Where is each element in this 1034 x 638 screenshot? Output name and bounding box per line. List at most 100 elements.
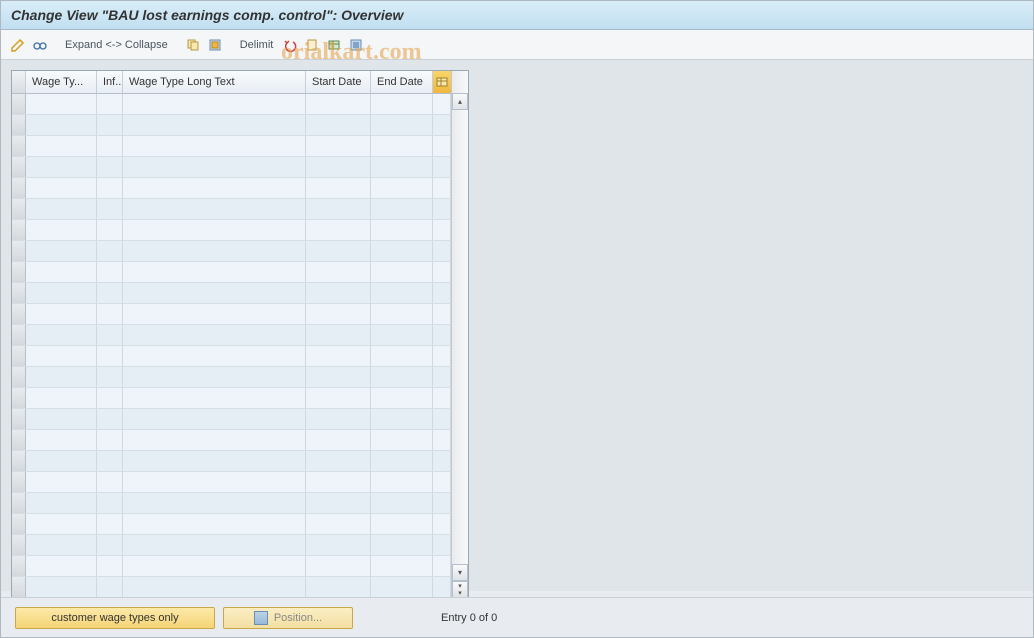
table-config-icon[interactable]: [433, 71, 451, 93]
position-button[interactable]: Position...: [223, 607, 353, 629]
cell-start-date[interactable]: [306, 283, 371, 303]
cell-end-date[interactable]: [371, 388, 433, 408]
cell-inf[interactable]: [97, 136, 123, 156]
table-row[interactable]: [12, 556, 451, 577]
cell-long-text[interactable]: [123, 157, 306, 177]
row-selector[interactable]: [12, 556, 26, 576]
row-selector[interactable]: [12, 241, 26, 261]
cell-wage-type[interactable]: [26, 472, 97, 492]
cell-long-text[interactable]: [123, 388, 306, 408]
cell-end-date[interactable]: [371, 283, 433, 303]
cell-inf[interactable]: [97, 514, 123, 534]
customer-wage-types-button[interactable]: customer wage types only: [15, 607, 215, 629]
row-selector[interactable]: [12, 304, 26, 324]
cell-wage-type[interactable]: [26, 115, 97, 135]
cell-end-date[interactable]: [371, 178, 433, 198]
cell-end-date[interactable]: [371, 220, 433, 240]
col-start-date[interactable]: Start Date: [306, 71, 371, 93]
cell-wage-type[interactable]: [26, 577, 97, 597]
cell-wage-type[interactable]: [26, 514, 97, 534]
cell-long-text[interactable]: [123, 136, 306, 156]
cell-inf[interactable]: [97, 178, 123, 198]
detail-icon[interactable]: [347, 36, 365, 54]
cell-end-date[interactable]: [371, 199, 433, 219]
table-row[interactable]: [12, 535, 451, 556]
row-selector[interactable]: [12, 409, 26, 429]
row-selector[interactable]: [12, 115, 26, 135]
cell-long-text[interactable]: [123, 283, 306, 303]
row-selector[interactable]: [12, 430, 26, 450]
table-row[interactable]: [12, 577, 451, 598]
cell-start-date[interactable]: [306, 535, 371, 555]
scroll-down-icon[interactable]: ▾: [452, 564, 468, 581]
cell-long-text[interactable]: [123, 409, 306, 429]
cell-wage-type[interactable]: [26, 409, 97, 429]
cell-start-date[interactable]: [306, 493, 371, 513]
cell-long-text[interactable]: [123, 304, 306, 324]
cell-wage-type[interactable]: [26, 346, 97, 366]
cell-long-text[interactable]: [123, 262, 306, 282]
cell-start-date[interactable]: [306, 514, 371, 534]
cell-start-date[interactable]: [306, 199, 371, 219]
table-row[interactable]: [12, 136, 451, 157]
row-selector[interactable]: [12, 157, 26, 177]
cell-start-date[interactable]: [306, 451, 371, 471]
cell-wage-type[interactable]: [26, 535, 97, 555]
cell-end-date[interactable]: [371, 472, 433, 492]
table-row[interactable]: [12, 409, 451, 430]
cell-start-date[interactable]: [306, 136, 371, 156]
cell-end-date[interactable]: [371, 430, 433, 450]
doc-icon[interactable]: [303, 36, 321, 54]
table-icon[interactable]: [325, 36, 343, 54]
row-selector[interactable]: [12, 577, 26, 597]
table-row[interactable]: [12, 325, 451, 346]
cell-wage-type[interactable]: [26, 493, 97, 513]
cell-wage-type[interactable]: [26, 325, 97, 345]
cell-long-text[interactable]: [123, 115, 306, 135]
row-selector[interactable]: [12, 136, 26, 156]
cell-end-date[interactable]: [371, 241, 433, 261]
cell-end-date[interactable]: [371, 577, 433, 597]
change-icon[interactable]: [9, 36, 27, 54]
cell-start-date[interactable]: [306, 157, 371, 177]
cell-end-date[interactable]: [371, 556, 433, 576]
cell-inf[interactable]: [97, 262, 123, 282]
row-selector[interactable]: [12, 262, 26, 282]
cell-long-text[interactable]: [123, 220, 306, 240]
cell-long-text[interactable]: [123, 346, 306, 366]
cell-inf[interactable]: [97, 115, 123, 135]
table-row[interactable]: [12, 367, 451, 388]
cell-inf[interactable]: [97, 430, 123, 450]
cell-long-text[interactable]: [123, 535, 306, 555]
cell-inf[interactable]: [97, 577, 123, 597]
row-selector[interactable]: [12, 178, 26, 198]
cell-long-text[interactable]: [123, 493, 306, 513]
cell-wage-type[interactable]: [26, 430, 97, 450]
table-row[interactable]: [12, 451, 451, 472]
cell-inf[interactable]: [97, 199, 123, 219]
cell-end-date[interactable]: [371, 514, 433, 534]
undo-icon[interactable]: [281, 36, 299, 54]
glasses-icon[interactable]: [31, 36, 49, 54]
delimit-button[interactable]: Delimit: [240, 39, 274, 51]
table-row[interactable]: [12, 94, 451, 115]
cell-wage-type[interactable]: [26, 304, 97, 324]
cell-end-date[interactable]: [371, 157, 433, 177]
cell-inf[interactable]: [97, 325, 123, 345]
cell-inf[interactable]: [97, 556, 123, 576]
cell-start-date[interactable]: [306, 472, 371, 492]
vertical-scrollbar[interactable]: ▴ ▾ ▾▾: [451, 71, 468, 598]
cell-inf[interactable]: [97, 472, 123, 492]
col-wage-type[interactable]: Wage Ty...: [26, 71, 97, 93]
cell-start-date[interactable]: [306, 325, 371, 345]
cell-long-text[interactable]: [123, 325, 306, 345]
row-selector[interactable]: [12, 325, 26, 345]
cell-long-text[interactable]: [123, 178, 306, 198]
table-row[interactable]: [12, 388, 451, 409]
table-row[interactable]: [12, 346, 451, 367]
table-row[interactable]: [12, 283, 451, 304]
table-row[interactable]: [12, 115, 451, 136]
cell-start-date[interactable]: [306, 220, 371, 240]
cell-start-date[interactable]: [306, 241, 371, 261]
cell-end-date[interactable]: [371, 409, 433, 429]
